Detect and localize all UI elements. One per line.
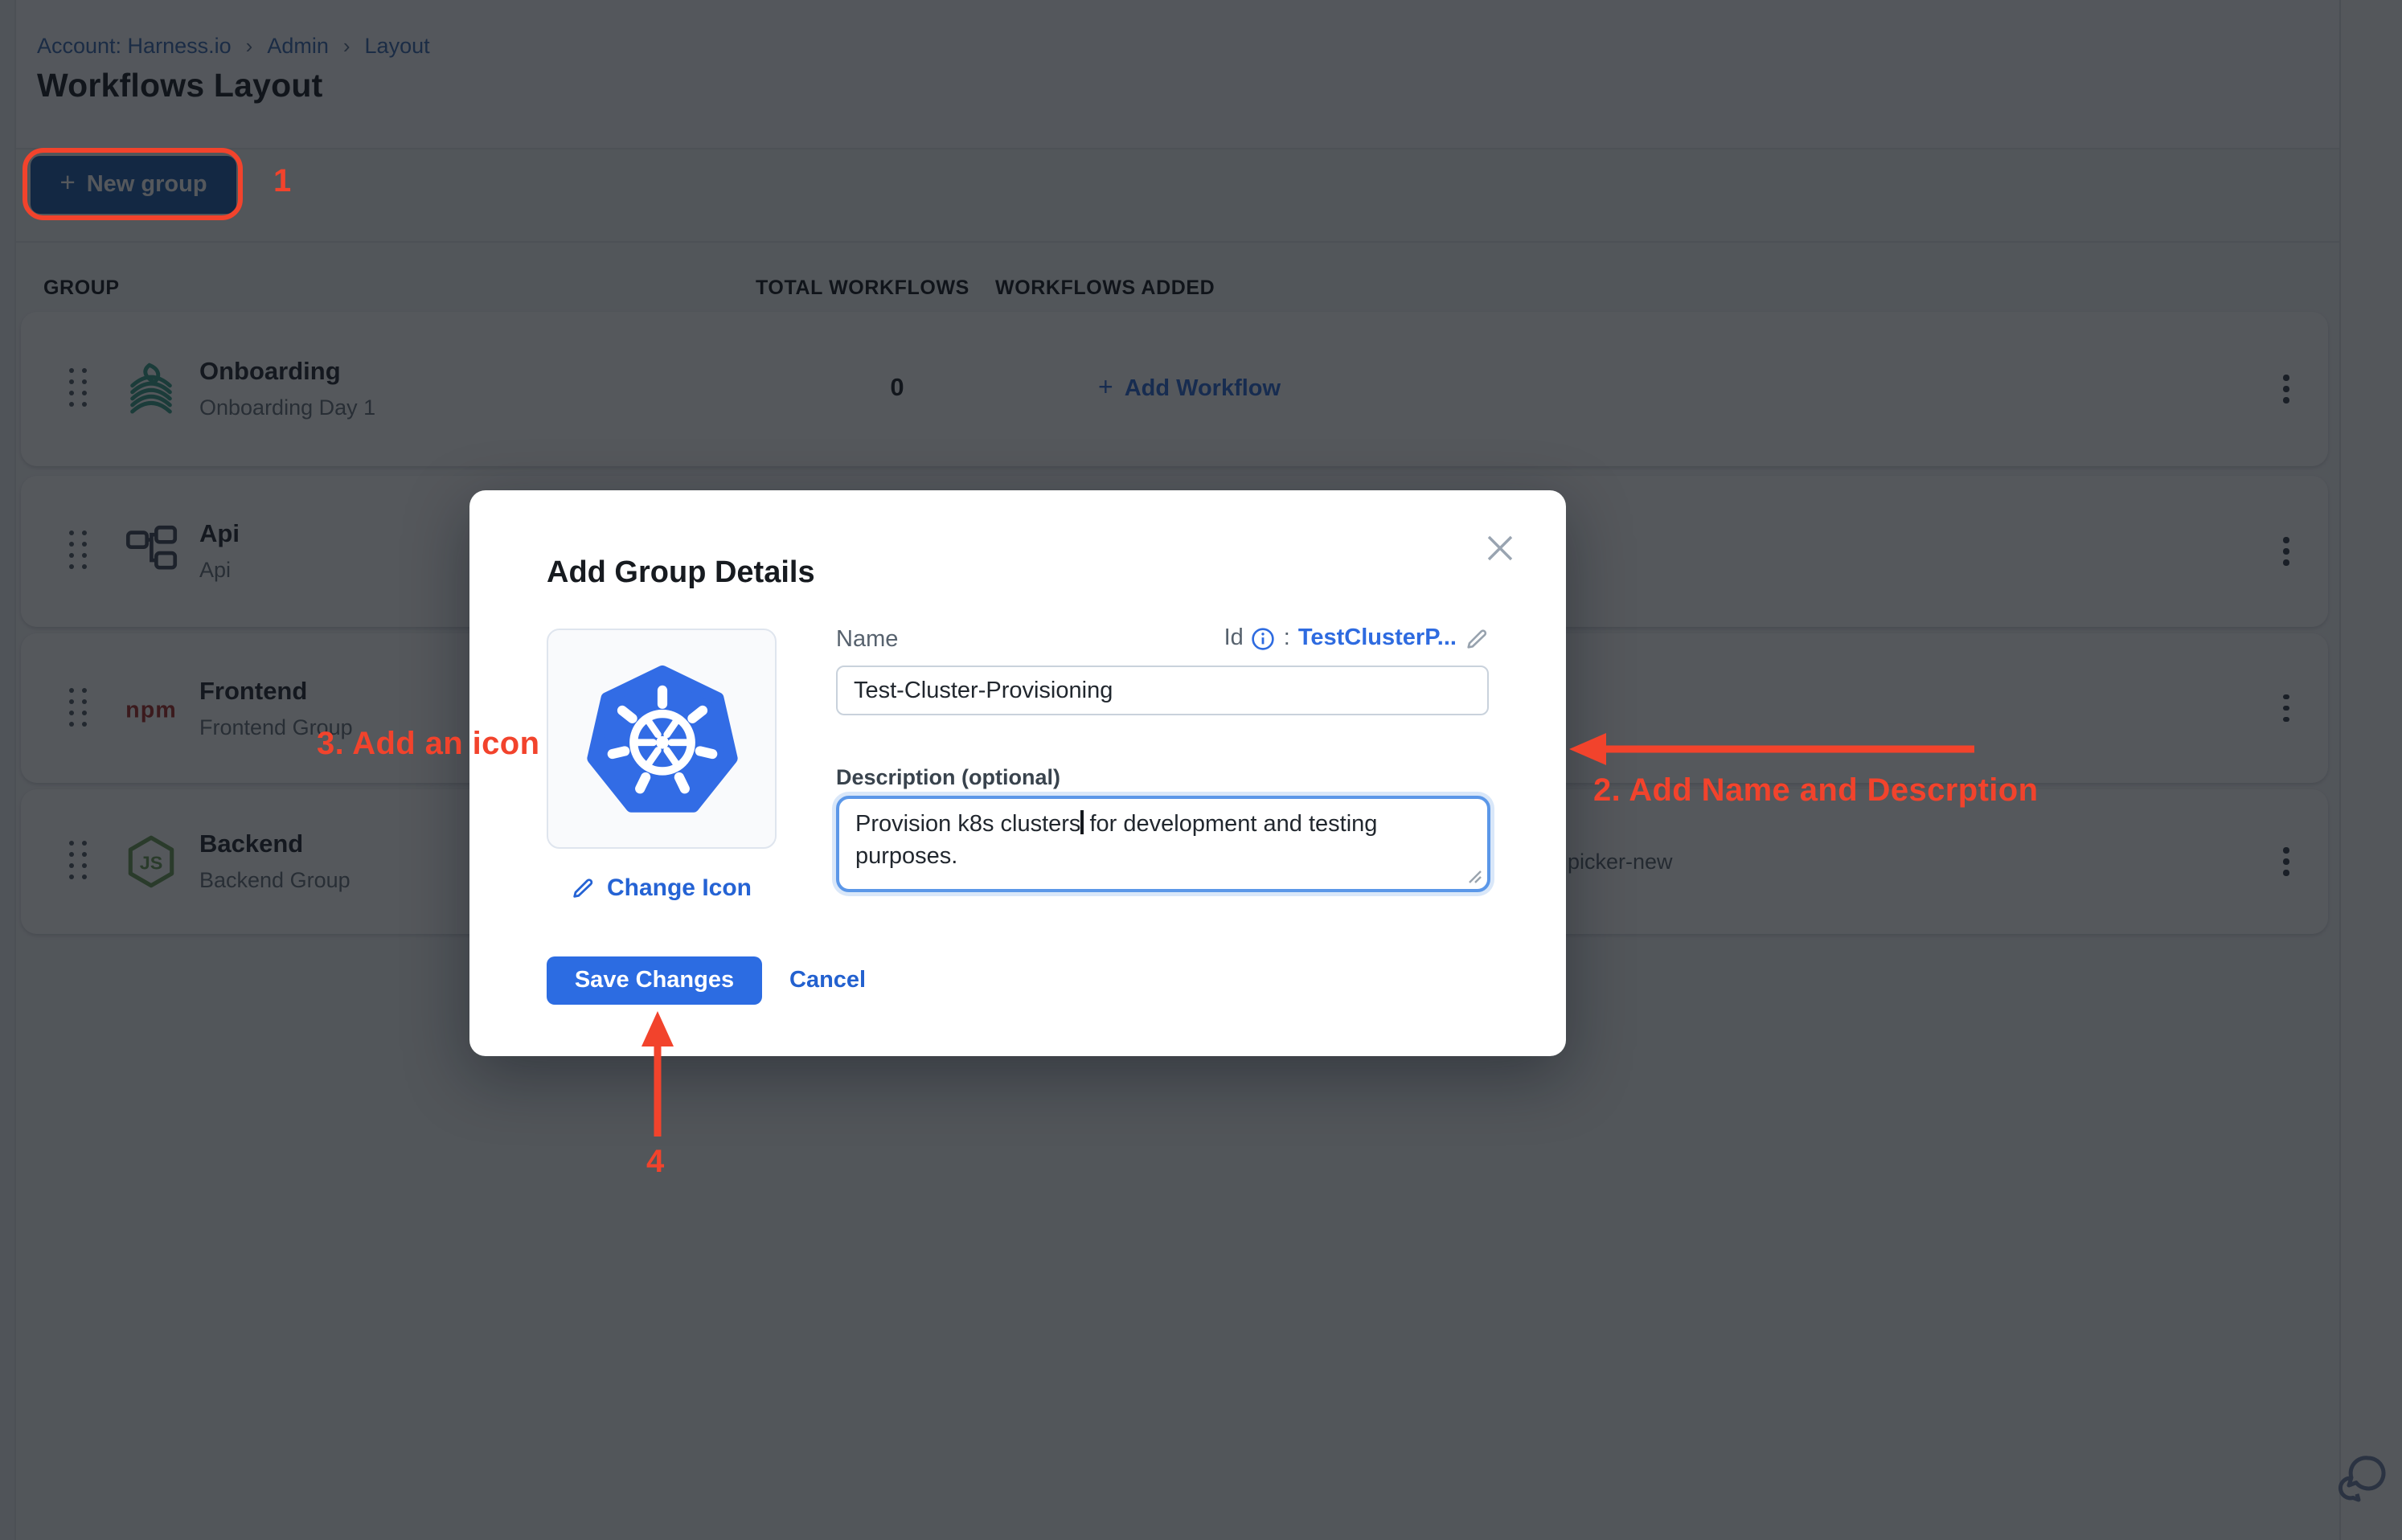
modal-title: Add Group Details bbox=[547, 556, 815, 592]
annotation-highlight-new-group bbox=[23, 148, 243, 220]
resize-handle-icon[interactable] bbox=[1466, 868, 1482, 884]
description-field-label: Description (optional) bbox=[836, 765, 1060, 789]
pencil-icon bbox=[572, 876, 596, 900]
change-icon-label: Change Icon bbox=[607, 874, 752, 902]
name-input[interactable] bbox=[836, 666, 1489, 715]
chat-widget-icon[interactable] bbox=[2334, 1452, 2389, 1506]
annotation-step3: 3. Add an icon bbox=[317, 727, 540, 764]
save-changes-button[interactable]: Save Changes bbox=[547, 956, 762, 1005]
group-icon-preview[interactable] bbox=[547, 629, 777, 849]
kubernetes-icon bbox=[586, 663, 737, 814]
info-icon[interactable] bbox=[1252, 626, 1276, 650]
description-textarea[interactable]: Provision k8s clusters for development a… bbox=[836, 796, 1490, 892]
name-field-label: Name bbox=[836, 627, 898, 653]
annotation-step4: 4 bbox=[646, 1145, 665, 1182]
close-icon[interactable] bbox=[1482, 530, 1518, 566]
entity-id-row: Id : TestClusterP... bbox=[1224, 625, 1489, 651]
cancel-button[interactable]: Cancel bbox=[789, 956, 866, 1005]
id-value-link[interactable]: TestClusterP... bbox=[1298, 625, 1457, 651]
annotation-step2: 2. Add Name and Descrption bbox=[1593, 773, 2038, 810]
annotation-step1: 1 bbox=[273, 164, 292, 201]
change-icon-button[interactable]: Change Icon bbox=[547, 874, 777, 902]
id-label: Id bbox=[1224, 625, 1244, 651]
edit-id-pencil-icon[interactable] bbox=[1465, 626, 1489, 650]
description-text: Provision k8s clusters bbox=[855, 812, 1080, 838]
add-group-details-modal: Add Group Details bbox=[469, 490, 1566, 1056]
id-separator: : bbox=[1284, 625, 1290, 651]
